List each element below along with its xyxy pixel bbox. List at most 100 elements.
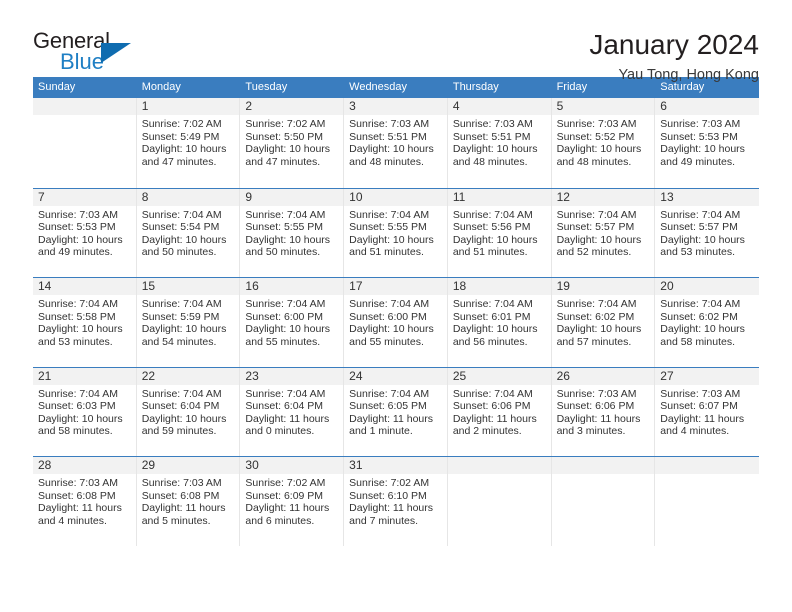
day-number: 22 — [136, 367, 240, 385]
page-title: January 2024 — [589, 29, 759, 60]
calendar-day-cell[interactable]: 28 Sunrise: 7:03 AM Sunset: 6:08 PM Dayligh… — [33, 457, 137, 546]
calendar-day-cell[interactable]: 26 Sunrise: 7:03 AM Sunset: 6:06 PM Dayligh… — [551, 367, 656, 456]
day-daylight2-text: and 47 minutes. — [141, 155, 217, 168]
day-sunset-text: Sunset: 6:09 PM — [245, 489, 324, 502]
day-sun-info: Sunrise: 7:03 AM Sunset: 5:51 PM Daylight:… — [448, 115, 551, 168]
calendar-day-cell[interactable]: 13 Sunrise: 7:04 AM Sunset: 5:57 PM Dayligh… — [655, 188, 759, 277]
day-number: 18 — [447, 278, 551, 295]
calendar-week-row: 28 Sunrise: 7:03 AM Sunset: 6:08 PM Dayligh… — [33, 456, 759, 546]
day-sunrise-text: Sunrise: 7:02 AM — [349, 477, 430, 489]
calendar-day-cell[interactable]: 24 Sunrise: 7:04 AM Sunset: 6:05 PM Dayligh… — [344, 367, 448, 456]
calendar-day-cell[interactable]: 17 Sunrise: 7:04 AM Sunset: 6:00 PM Dayligh… — [344, 278, 448, 367]
day-daylight2-text: and 49 minutes. — [660, 155, 735, 168]
day-daylight1-text: Daylight: 10 hours — [660, 143, 745, 156]
day-sunset-text: Sunset: 5:55 PM — [245, 221, 324, 234]
calendar-day-cell[interactable]: 7 Sunrise: 7:03 AM Sunset: 5:53 PM Daylight… — [33, 188, 137, 277]
day-number: 15 — [136, 278, 240, 295]
day-sunset-text: Sunset: 6:08 PM — [141, 489, 220, 502]
day-daylight1-text: Daylight: 11 hours — [141, 502, 226, 515]
day-daylight1-text: Daylight: 10 hours — [660, 233, 745, 246]
day-number: 3 — [344, 98, 447, 115]
calendar-day-cell[interactable]: 3 Sunrise: 7:03 AM Sunset: 5:51 PM Daylight… — [344, 98, 448, 188]
calendar-day-cell[interactable]: 2 Sunrise: 7:02 AM Sunset: 5:50 PM Daylight… — [240, 98, 345, 188]
weekday-header-friday: Friday — [556, 81, 588, 93]
calendar-day-cell[interactable]: 18 Sunrise: 7:04 AM Sunset: 6:01 PM Dayligh… — [447, 278, 552, 367]
calendar-day-cell[interactable]: 14 Sunrise: 7:04 AM Sunset: 5:58 PM Dayligh… — [33, 278, 137, 367]
day-daylight2-text: and 54 minutes. — [141, 335, 217, 348]
calendar-week-row: 1 Sunrise: 7:02 AM Sunset: 5:49 PM Daylight… — [33, 98, 759, 188]
day-sunset-text: Sunset: 6:04 PM — [141, 400, 220, 413]
day-sunset-text: Sunset: 6:01 PM — [452, 310, 531, 323]
day-sunrise-text: Sunrise: 7:03 AM — [660, 118, 741, 130]
calendar-day-cell[interactable]: 16 Sunrise: 7:04 AM Sunset: 6:00 PM Dayligh… — [240, 278, 345, 367]
day-sunrise-text: Sunrise: 7:02 AM — [141, 118, 222, 130]
calendar-grid: Sunday Monday Tuesday Wednesday Thursday Frid… — [33, 77, 759, 546]
calendar-day-cell[interactable]: 8 Sunrise: 7:04 AM Sunset: 5:54 PM Daylight… — [136, 188, 241, 277]
day-number: 4 — [447, 98, 551, 115]
day-sunrise-text: Sunrise: 7:04 AM — [556, 298, 637, 310]
calendar-day-cell[interactable]: 29 Sunrise: 7:03 AM Sunset: 6:08 PM Dayligh… — [136, 457, 241, 546]
day-daylight2-text: and 53 minutes. — [38, 335, 113, 348]
day-sunrise-text: Sunrise: 7:04 AM — [141, 387, 222, 400]
day-sun-info: Sunrise: 7:04 AM Sunset: 6:00 PM Daylight:… — [344, 295, 447, 348]
day-daylight1-text: Daylight: 10 hours — [141, 323, 227, 336]
day-daylight2-text: and 4 minutes. — [38, 514, 107, 527]
day-sun-info: Sunrise: 7:04 AM Sunset: 6:02 PM Daylight:… — [552, 295, 655, 348]
calendar-day-cell-empty — [655, 457, 759, 546]
calendar-day-cell[interactable]: 20 Sunrise: 7:04 AM Sunset: 6:02 PM Dayligh… — [655, 278, 759, 367]
calendar-day-cell[interactable]: 10 Sunrise: 7:04 AM Sunset: 5:55 PM Dayligh… — [344, 188, 448, 277]
day-sunrise-text: Sunrise: 7:04 AM — [349, 298, 430, 310]
day-number: 23 — [240, 367, 344, 385]
day-sun-info: Sunrise: 7:02 AM Sunset: 6:09 PM Daylight:… — [240, 474, 343, 527]
calendar-day-cell[interactable]: 30 Sunrise: 7:02 AM Sunset: 6:09 PM Dayligh… — [240, 457, 345, 546]
calendar-day-cell[interactable]: 1 Sunrise: 7:02 AM Sunset: 5:49 PM Daylight… — [136, 98, 241, 188]
day-daylight2-text: and 2 minutes. — [452, 425, 522, 438]
day-daylight2-text: and 51 minutes. — [452, 246, 528, 259]
day-daylight1-text: Daylight: 11 hours — [245, 502, 330, 515]
day-daylight1-text: Daylight: 10 hours — [141, 233, 227, 246]
day-sunset-text: Sunset: 6:07 PM — [660, 400, 738, 413]
day-daylight2-text: and 6 minutes. — [245, 514, 315, 527]
calendar-day-cell[interactable]: 25 Sunrise: 7:04 AM Sunset: 6:06 PM Dayligh… — [447, 367, 552, 456]
day-sunrise-text: Sunrise: 7:04 AM — [245, 208, 326, 221]
day-sunrise-text: Sunrise: 7:04 AM — [452, 387, 533, 400]
day-sunrise-text: Sunrise: 7:03 AM — [452, 118, 533, 130]
day-sun-info: Sunrise: 7:02 AM Sunset: 5:49 PM Daylight:… — [137, 115, 240, 168]
calendar-day-cell[interactable]: 22 Sunrise: 7:04 AM Sunset: 6:04 PM Dayligh… — [136, 367, 241, 456]
day-number: 6 — [655, 98, 759, 115]
day-sun-info: Sunrise: 7:04 AM Sunset: 5:56 PM Daylight:… — [448, 206, 551, 259]
calendar-day-cell[interactable]: 15 Sunrise: 7:04 AM Sunset: 5:59 PM Dayligh… — [136, 278, 241, 367]
calendar-day-cell[interactable]: 4 Sunrise: 7:03 AM Sunset: 5:51 PM Daylight… — [447, 98, 552, 188]
day-daylight2-text: and 49 minutes. — [38, 246, 113, 259]
calendar-day-cell[interactable]: 9 Sunrise: 7:04 AM Sunset: 5:55 PM Daylight… — [240, 188, 345, 277]
day-number: 17 — [344, 278, 447, 295]
calendar-day-cell[interactable]: 11 Sunrise: 7:04 AM Sunset: 5:56 PM Dayligh… — [447, 188, 552, 277]
day-sunset-text: Sunset: 5:57 PM — [556, 221, 635, 234]
day-daylight1-text: Daylight: 10 hours — [245, 323, 331, 336]
day-daylight2-text: and 1 minute. — [349, 425, 413, 438]
calendar-day-cell[interactable]: 27 Sunrise: 7:03 AM Sunset: 6:07 PM Dayligh… — [655, 367, 759, 456]
calendar-day-cell[interactable]: 19 Sunrise: 7:04 AM Sunset: 6:02 PM Dayligh… — [551, 278, 656, 367]
calendar-week-row: 21 Sunrise: 7:04 AM Sunset: 6:03 PM Dayligh… — [33, 366, 759, 456]
day-sun-info: Sunrise: 7:02 AM Sunset: 5:50 PM Daylight:… — [240, 115, 343, 168]
day-number: 29 — [136, 457, 240, 474]
day-sun-info: Sunrise: 7:03 AM Sunset: 5:51 PM Daylight:… — [344, 115, 447, 168]
calendar-week-row: 14 Sunrise: 7:04 AM Sunset: 5:58 PM Dayligh… — [33, 277, 759, 367]
day-daylight1-text: Daylight: 10 hours — [141, 412, 227, 425]
day-sunrise-text: Sunrise: 7:04 AM — [452, 208, 533, 221]
day-sunrise-text: Sunrise: 7:02 AM — [245, 118, 326, 130]
day-sunrise-text: Sunrise: 7:02 AM — [245, 477, 326, 489]
day-number: 8 — [136, 188, 240, 206]
day-sunset-text: Sunset: 5:57 PM — [660, 221, 738, 234]
calendar-day-cell[interactable]: 5 Sunrise: 7:03 AM Sunset: 5:52 PM Daylight… — [551, 98, 656, 188]
calendar-day-cell-empty — [33, 98, 137, 188]
day-daylight1-text: Daylight: 11 hours — [452, 412, 537, 425]
calendar-day-cell[interactable]: 12 Sunrise: 7:04 AM Sunset: 5:57 PM Dayligh… — [551, 188, 656, 277]
day-sun-info: Sunrise: 7:03 AM Sunset: 6:07 PM Daylight:… — [655, 385, 759, 438]
calendar-day-cell[interactable]: 21 Sunrise: 7:04 AM Sunset: 6:03 PM Dayligh… — [33, 367, 137, 456]
calendar-day-cell[interactable]: 23 Sunrise: 7:04 AM Sunset: 6:04 PM Dayligh… — [240, 367, 345, 456]
calendar-day-cell[interactable]: 6 Sunrise: 7:03 AM Sunset: 5:53 PM Daylight… — [655, 98, 759, 188]
day-daylight2-text: and 52 minutes. — [556, 246, 632, 259]
day-number: 14 — [33, 278, 136, 295]
calendar-day-cell[interactable]: 31 Sunrise: 7:02 AM Sunset: 6:10 PM Dayligh… — [344, 457, 448, 546]
